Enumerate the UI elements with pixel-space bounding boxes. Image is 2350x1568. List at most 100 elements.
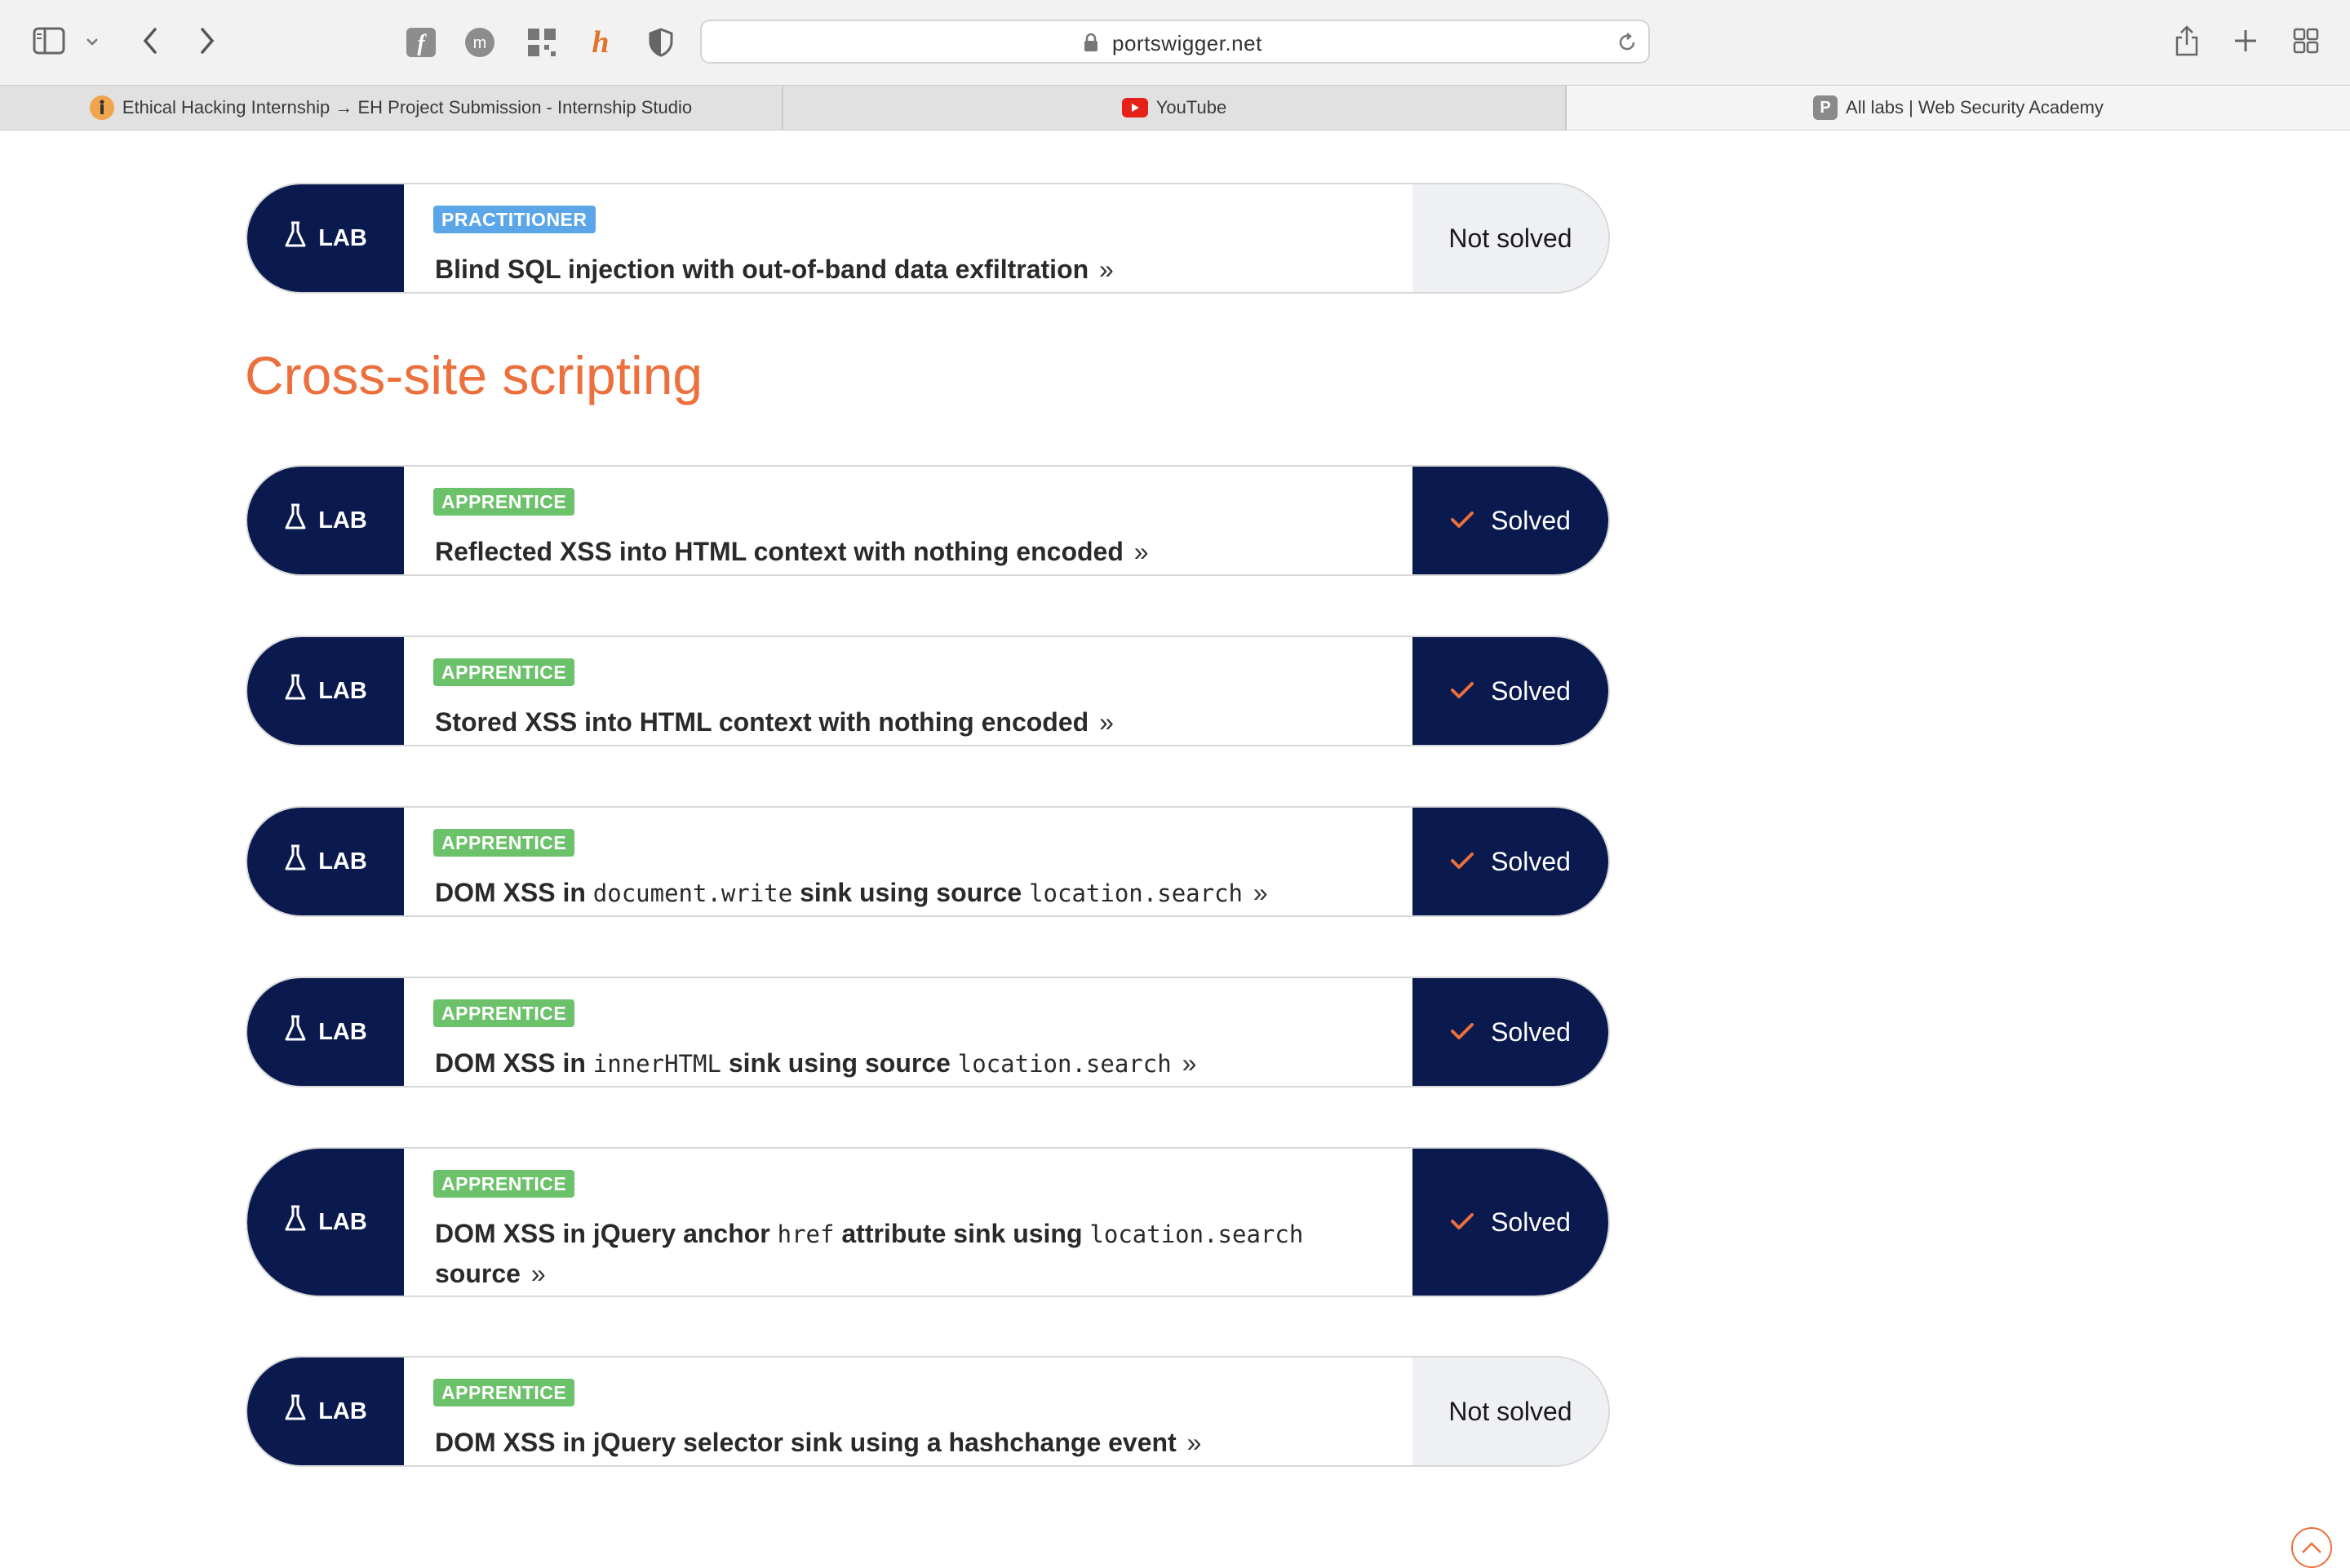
lab-label: LAB <box>318 1397 367 1424</box>
lab-badge: LAB <box>247 978 404 1086</box>
lab-label: LAB <box>318 507 367 534</box>
check-icon <box>1450 847 1474 877</box>
tab-all-labs[interactable]: P All labs | Web Security Academy <box>1567 86 2350 130</box>
lab-title[interactable]: DOM XSS in document.write sink using sou… <box>435 873 1388 913</box>
chevron-right-icon: » <box>530 1259 546 1288</box>
chevron-right-icon: » <box>1182 1048 1197 1078</box>
status-badge: Solved <box>1412 637 1608 745</box>
lab-body: APPRENTICE Reflected XSS into HTML conte… <box>404 467 1412 574</box>
status-label: Solved <box>1491 675 1571 706</box>
level-badge: APPRENTICE <box>433 658 575 686</box>
level-badge: PRACTITIONER <box>433 206 596 233</box>
lab-label: LAB <box>318 1208 367 1235</box>
internship-studio-icon <box>89 95 114 120</box>
lab-body: APPRENTICE DOM XSS in document.write sin… <box>404 808 1412 915</box>
status-badge: Solved <box>1412 978 1608 1086</box>
extension-h-icon[interactable]: h <box>584 24 617 59</box>
svg-text:m: m <box>473 34 487 52</box>
status-label: Solved <box>1491 846 1571 876</box>
status-label: Solved <box>1491 1017 1571 1047</box>
url-text: portswigger.net <box>1112 31 1262 55</box>
lab-badge: LAB <box>247 637 404 745</box>
level-badge: APPRENTICE <box>433 829 575 857</box>
chevron-right-icon: » <box>1186 1428 1202 1457</box>
lab-title[interactable]: DOM XSS in innerHTML sink using source l… <box>435 1043 1388 1083</box>
extension-m-icon[interactable]: m <box>463 26 496 59</box>
lab-label: LAB <box>318 677 367 704</box>
youtube-icon <box>1121 98 1148 117</box>
lab-title[interactable]: Reflected XSS into HTML context with not… <box>435 532 1388 571</box>
tab-internship-studio[interactable]: Ethical Hacking Internship → EH Project … <box>0 86 783 130</box>
lab-card[interactable]: LAB APPRENTICE DOM XSS in jQuery selecto… <box>246 1356 1610 1467</box>
flask-icon <box>284 1015 307 1049</box>
lab-label: LAB <box>318 848 367 875</box>
flask-icon <box>284 503 307 538</box>
lab-card[interactable]: LAB APPRENTICE Reflected XSS into HTML c… <box>246 465 1610 576</box>
lab-title[interactable]: DOM XSS in jQuery selector sink using a … <box>435 1423 1388 1462</box>
status-badge: Not solved <box>1412 1358 1608 1465</box>
sidebar-toggle-icon[interactable] <box>33 24 65 57</box>
section-title: Cross-site scripting <box>245 345 703 405</box>
level-badge: APPRENTICE <box>433 488 575 516</box>
level-badge: APPRENTICE <box>433 999 575 1027</box>
address-bar[interactable]: portswigger.net <box>700 20 1650 64</box>
tab-bar: Ethical Hacking Internship → EH Project … <box>0 85 2350 131</box>
forward-icon[interactable] <box>191 24 224 57</box>
flask-icon <box>284 674 307 708</box>
status-badge: Not solved <box>1412 184 1608 292</box>
check-icon <box>1450 1017 1474 1048</box>
chevron-right-icon: » <box>1253 878 1268 907</box>
status-label: Solved <box>1491 1207 1571 1237</box>
extension-grid-icon[interactable] <box>525 26 558 59</box>
lab-badge: LAB <box>247 1149 404 1296</box>
status-label: Not solved <box>1448 223 1572 253</box>
check-icon <box>1450 1207 1474 1238</box>
lab-title[interactable]: Blind SQL injection with out-of-band dat… <box>435 250 1388 289</box>
shield-icon[interactable] <box>645 26 677 59</box>
lab-card[interactable]: LAB APPRENTICE DOM XSS in jQuery anchor … <box>246 1147 1610 1297</box>
back-icon[interactable] <box>134 24 166 57</box>
lab-body: PRACTITIONER Blind SQL injection with ou… <box>404 184 1412 292</box>
lab-badge: LAB <box>247 184 404 292</box>
tab-title: YouTube <box>1155 97 1227 117</box>
lab-title[interactable]: DOM XSS in jQuery anchor href attribute … <box>435 1214 1388 1293</box>
lab-body: APPRENTICE DOM XSS in jQuery selector si… <box>404 1358 1412 1465</box>
new-tab-icon[interactable] <box>2229 24 2262 57</box>
lab-body: APPRENTICE DOM XSS in jQuery anchor href… <box>404 1149 1412 1296</box>
flask-icon <box>284 844 307 879</box>
lab-card[interactable]: LAB APPRENTICE Stored XSS into HTML cont… <box>246 636 1610 746</box>
flask-icon <box>284 221 307 255</box>
lab-badge: LAB <box>247 1358 404 1465</box>
lab-body: APPRENTICE Stored XSS into HTML context … <box>404 637 1412 745</box>
lab-card[interactable]: LAB APPRENTICE DOM XSS in document.write… <box>246 806 1610 917</box>
lock-icon <box>1084 33 1098 56</box>
chevron-down-icon[interactable] <box>82 31 103 52</box>
tab-title: All labs | Web Security Academy <box>1846 97 2104 117</box>
status-badge: Solved <box>1412 808 1608 915</box>
tab-youtube[interactable]: YouTube <box>783 86 1567 130</box>
reload-icon[interactable] <box>1616 31 1638 58</box>
page-content: LAB PRACTITIONER Blind SQL injection wit… <box>0 131 2350 1568</box>
status-label: Not solved <box>1448 1396 1572 1426</box>
extension-f-icon[interactable]: f <box>405 26 437 59</box>
scroll-to-top-button[interactable] <box>2291 1527 2332 1568</box>
svg-text:h: h <box>592 25 609 58</box>
flask-icon <box>284 1205 307 1239</box>
level-badge: APPRENTICE <box>433 1170 575 1198</box>
lab-title[interactable]: Stored XSS into HTML context with nothin… <box>435 702 1388 742</box>
status-label: Solved <box>1491 505 1571 535</box>
lab-badge: LAB <box>247 808 404 915</box>
tab-overview-icon[interactable] <box>2290 24 2322 57</box>
chevron-up-icon <box>2302 1542 2321 1553</box>
chevron-right-icon: » <box>1099 707 1114 737</box>
portswigger-p-icon: P <box>1813 95 1838 120</box>
share-icon[interactable] <box>2170 23 2203 59</box>
lab-card[interactable]: LAB APPRENTICE DOM XSS in innerHTML sink… <box>246 977 1610 1087</box>
chevron-right-icon: » <box>1099 255 1114 284</box>
status-badge: Solved <box>1412 467 1608 574</box>
lab-badge: LAB <box>247 467 404 574</box>
lab-card[interactable]: LAB PRACTITIONER Blind SQL injection wit… <box>246 183 1610 294</box>
chevron-right-icon: » <box>1133 537 1149 566</box>
browser-toolbar: f m h portswigger.net <box>0 0 2350 85</box>
check-icon <box>1450 676 1474 706</box>
